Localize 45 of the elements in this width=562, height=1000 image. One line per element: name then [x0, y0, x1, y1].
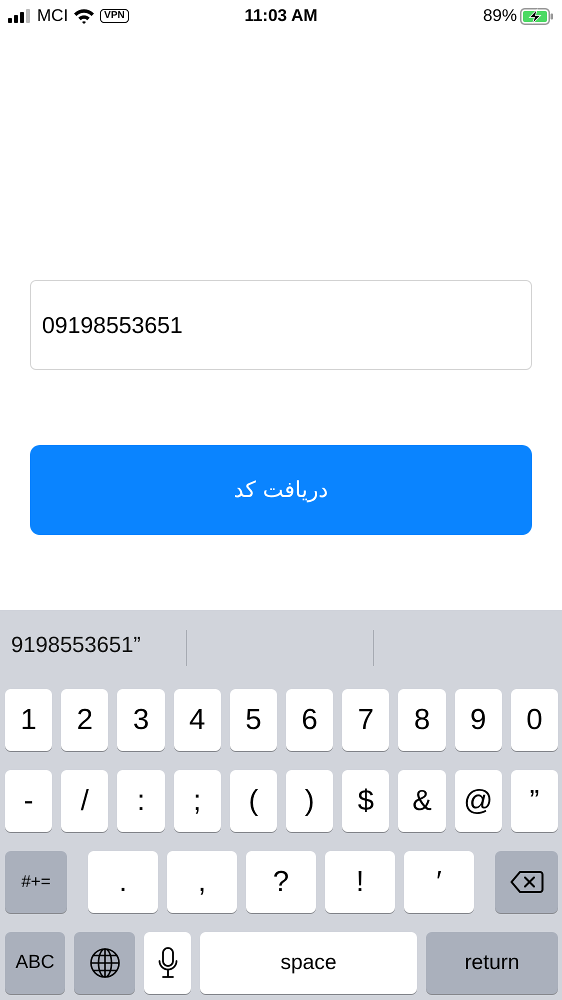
- keyboard-key[interactable]: 0: [510, 689, 558, 751]
- keyboard-key[interactable]: ′: [404, 851, 474, 913]
- keyboard-key[interactable]: :: [117, 770, 165, 832]
- get-code-button[interactable]: دریافت کد: [30, 445, 532, 535]
- keyboard-key[interactable]: 2: [61, 689, 108, 751]
- battery-percent: 89%: [482, 6, 517, 26]
- keyboard-key[interactable]: @: [454, 770, 502, 832]
- keyboard-key[interactable]: 5: [230, 689, 278, 751]
- keyboard-key[interactable]: &: [398, 770, 446, 832]
- keyboard-key[interactable]: !: [325, 851, 395, 913]
- keyboard-key[interactable]: ): [286, 770, 334, 832]
- space-key[interactable]: space: [200, 932, 417, 994]
- keyboard-key[interactable]: 3: [117, 689, 165, 751]
- delete-key[interactable]: [495, 851, 558, 913]
- keyboard-key[interactable]: -: [5, 770, 52, 832]
- keyboard-key[interactable]: /: [61, 770, 108, 832]
- keyboard-key[interactable]: $: [342, 770, 390, 832]
- return-key[interactable]: return: [426, 932, 558, 994]
- keyboard-key[interactable]: ”: [510, 770, 558, 832]
- clock-time: 11:03 AM: [244, 6, 318, 26]
- signal-icon: [8, 9, 32, 23]
- backspace-icon: [510, 870, 544, 894]
- keyboard-key[interactable]: (: [230, 770, 278, 832]
- carrier-name: MCI: [37, 6, 68, 26]
- globe-key[interactable]: [74, 932, 135, 994]
- abc-key[interactable]: ABC: [5, 932, 65, 994]
- globe-icon: [88, 947, 120, 979]
- vpn-badge: VPN: [100, 9, 129, 23]
- symbols-key[interactable]: #+=: [5, 851, 67, 913]
- microphone-key[interactable]: [144, 932, 191, 994]
- phone-number-field[interactable]: 09198553651: [30, 280, 532, 370]
- keyboard-key[interactable]: 6: [286, 689, 334, 751]
- wifi-icon: [73, 8, 96, 24]
- keyboard-key[interactable]: ;: [174, 770, 221, 832]
- suggestion-item[interactable]: 9198553651”: [11, 632, 141, 658]
- keyboard-key[interactable]: 8: [398, 689, 446, 751]
- battery-charging-icon: [520, 8, 554, 24]
- microphone-icon: [158, 947, 178, 979]
- keyboard-key[interactable]: 9: [454, 689, 502, 751]
- keyboard-key[interactable]: 7: [342, 689, 390, 751]
- keyboard-key[interactable]: .: [88, 851, 158, 913]
- keyboard-key[interactable]: ,: [167, 851, 237, 913]
- keyboard-key[interactable]: 1: [5, 689, 52, 751]
- keyboard-key[interactable]: ?: [246, 851, 316, 913]
- keyboard-key[interactable]: 4: [174, 689, 221, 751]
